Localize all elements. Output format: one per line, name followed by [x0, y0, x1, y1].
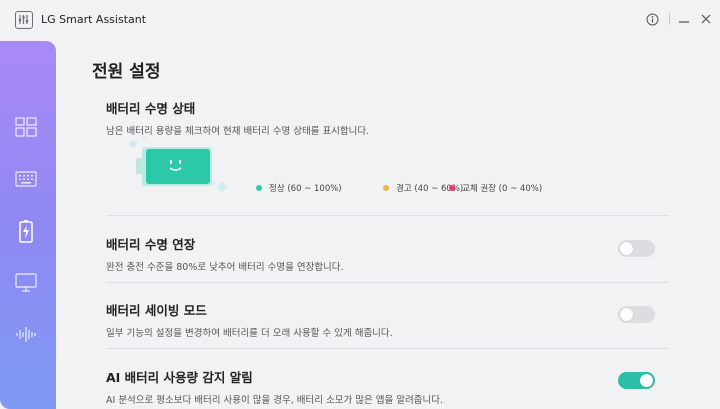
- legend-replace: 교체 권장 (0 ~ 40%): [449, 182, 542, 194]
- settings-scroll-area[interactable]: 배터리 수명 상태 남은 배터리 용량을 체크하여 현재 배터리 수명 상태를 …: [56, 93, 720, 409]
- toggle-knob: [620, 242, 633, 255]
- minimize-icon[interactable]: [676, 11, 692, 27]
- main-content: 전원 설정 배터리 수명 상태 남은 배터리 용량을 체크하여 현재 배터리 수…: [56, 41, 720, 409]
- battery-health-illustration: [129, 135, 227, 192]
- info-icon[interactable]: [644, 11, 660, 27]
- setting-title: 배터리 세이빙 모드: [106, 303, 207, 318]
- normal-dot: [256, 185, 262, 191]
- keyboard-icon[interactable]: [14, 167, 38, 191]
- battery-life-extension-toggle[interactable]: [618, 240, 655, 257]
- app-window: LG Smart Assistant 전원 설정 배터리 수명 상태 남은 배터…: [0, 0, 720, 409]
- grid-icon[interactable]: [14, 115, 38, 139]
- monitor-icon[interactable]: [14, 271, 38, 295]
- battery-health-section: 배터리 수명 상태 남은 배터리 용량을 체크하여 현재 배터리 수명 상태를 …: [106, 98, 668, 137]
- battery-icon[interactable]: [14, 219, 38, 243]
- title-bar: LG Smart Assistant: [0, 0, 720, 40]
- setting-desc: AI 분석으로 평소보다 배터리 사용이 많을 경우, 배터리 소모가 많은 앱…: [106, 395, 443, 406]
- battery-saving-mode-toggle[interactable]: [618, 306, 655, 323]
- app-logo-icon: [15, 11, 33, 29]
- app-title: LG Smart Assistant: [41, 13, 147, 26]
- divider: [106, 282, 668, 283]
- page-title: 전원 설정: [92, 62, 161, 82]
- setting-row: 배터리 수명 연장 완전 충전 수준을 80%로 낮추어 배터리 수명을 연장합…: [106, 234, 668, 273]
- setting-desc: 일부 기능의 설정을 변경하여 배터리를 더 오래 사용할 수 있게 해줍니다.: [106, 328, 393, 339]
- close-icon[interactable]: [698, 11, 714, 27]
- sidebar: [0, 41, 56, 409]
- setting-title: AI 배터리 사용량 감지 알림: [106, 370, 253, 385]
- setting-row: 배터리 세이빙 모드 일부 기능의 설정을 변경하여 배터리를 더 오래 사용할…: [106, 300, 668, 339]
- battery-health-title: 배터리 수명 상태: [106, 101, 196, 116]
- setting-row: AI 배터리 사용량 감지 알림 AI 분석으로 평소보다 배터리 사용이 많을…: [106, 367, 668, 406]
- divider: [106, 215, 668, 216]
- replace-dot: [449, 185, 455, 191]
- setting-title: 배터리 수명 연장: [106, 237, 196, 252]
- title-bar-divider: [669, 13, 670, 25]
- toggle-knob: [640, 374, 653, 387]
- warning-dot: [383, 185, 389, 191]
- legend-replace-label: 교체 권장 (0 ~ 40%): [462, 184, 543, 194]
- sound-wave-icon[interactable]: [14, 322, 38, 346]
- setting-desc: 완전 충전 수준을 80%로 낮추어 배터리 수명을 연장합니다.: [106, 262, 344, 273]
- toggle-knob: [620, 308, 633, 321]
- legend-normal-label: 정상 (60 ~ 100%): [269, 184, 342, 194]
- legend-normal: 정상 (60 ~ 100%): [256, 182, 342, 194]
- divider: [106, 348, 668, 349]
- ai-battery-alert-toggle[interactable]: [618, 372, 655, 389]
